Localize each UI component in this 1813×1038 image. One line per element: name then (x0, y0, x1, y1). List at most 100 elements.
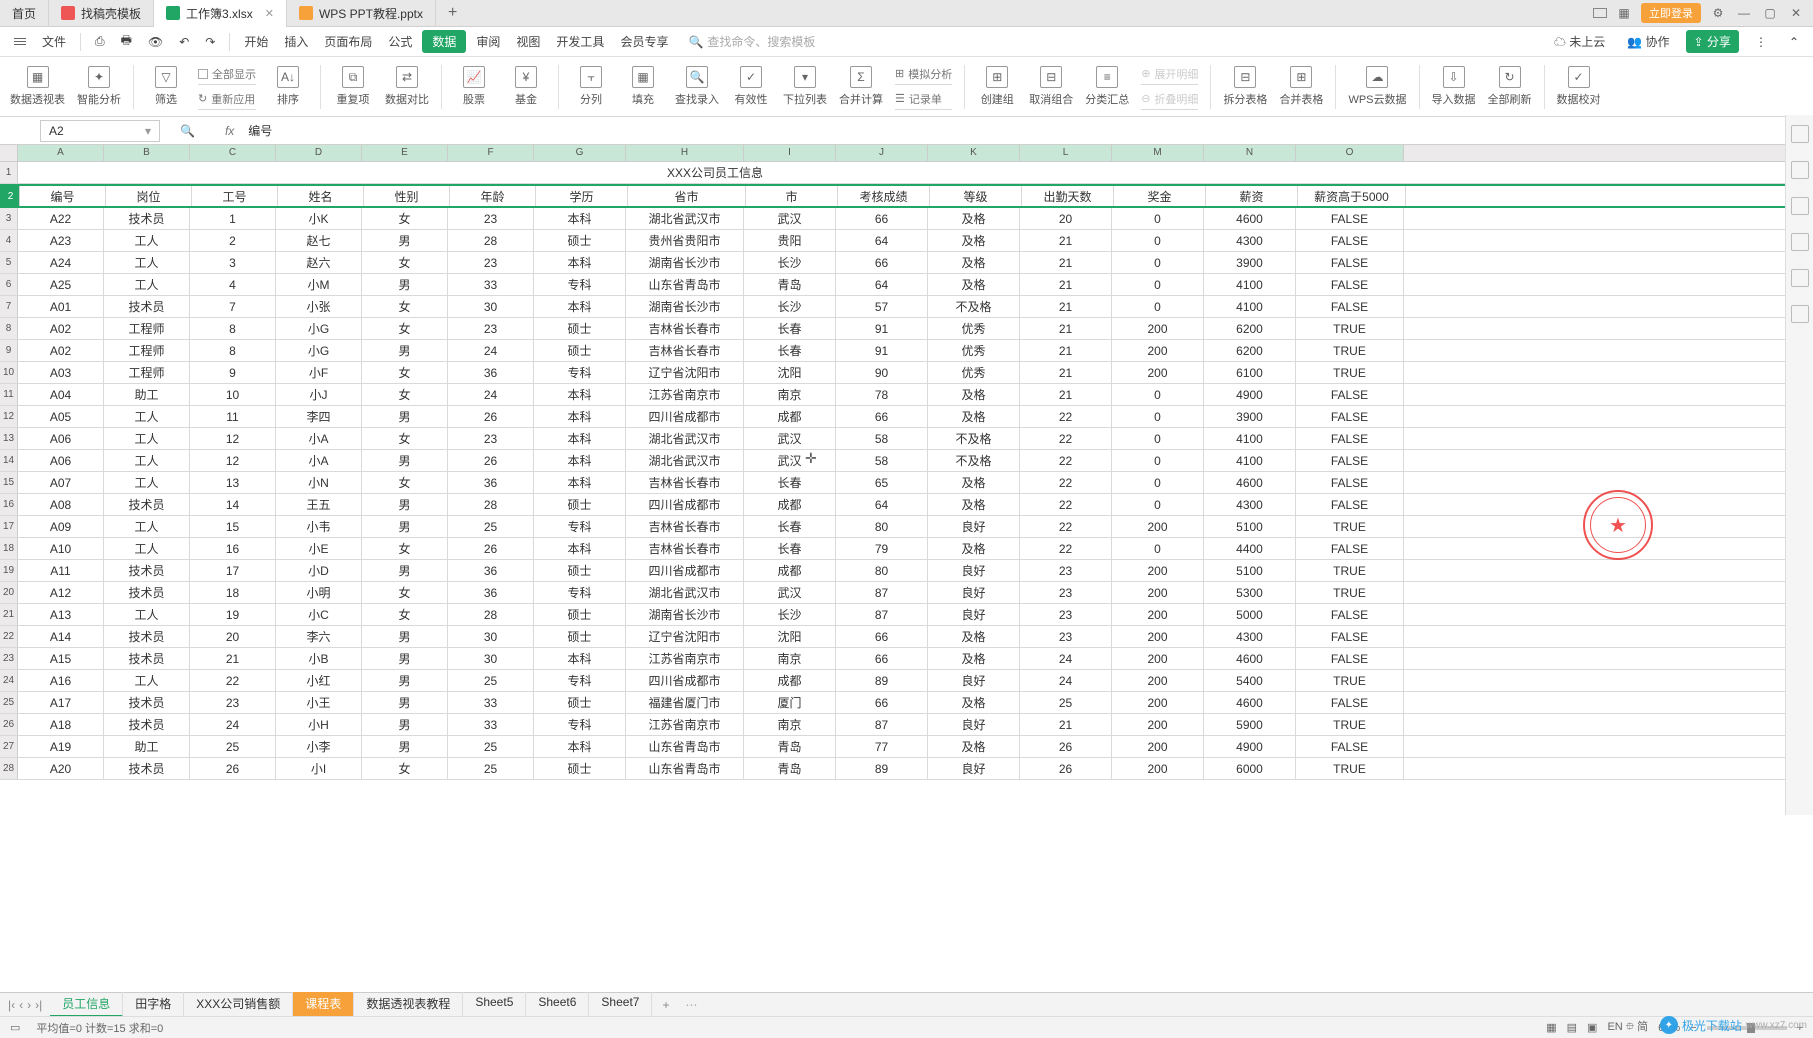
cell[interactable]: 江苏省南京市 (626, 648, 744, 669)
cell[interactable]: FALSE (1296, 274, 1404, 295)
cell[interactable]: FALSE (1296, 230, 1404, 251)
cell[interactable]: 工人 (104, 450, 190, 471)
whatif[interactable]: ⊞ 模拟分析 (895, 63, 952, 85)
cell[interactable]: 15 (190, 516, 276, 537)
column-header-cell[interactable]: 性别 (364, 186, 450, 206)
cell[interactable]: 良好 (928, 516, 1020, 537)
cell[interactable]: 4600 (1204, 692, 1296, 713)
cell[interactable]: 本科 (534, 648, 626, 669)
cell[interactable]: 小明 (276, 582, 362, 603)
cell[interactable]: 22 (1020, 494, 1112, 515)
cell[interactable]: 66 (836, 252, 928, 273)
cell[interactable]: 20 (1020, 208, 1112, 229)
row-header[interactable]: 19 (0, 560, 18, 581)
row-header[interactable]: 5 (0, 252, 18, 273)
cell[interactable]: 硕士 (534, 340, 626, 361)
cell[interactable]: 6200 (1204, 340, 1296, 361)
column-header-cell[interactable]: 薪资高于5000 (1298, 186, 1406, 206)
cell[interactable]: 200 (1112, 714, 1204, 735)
cell[interactable]: 4300 (1204, 494, 1296, 515)
cell[interactable]: 6100 (1204, 362, 1296, 383)
cell[interactable]: 10 (190, 384, 276, 405)
cell[interactable]: 江苏省南京市 (626, 384, 744, 405)
cell[interactable]: 女 (362, 318, 448, 339)
cell[interactable]: 良好 (928, 714, 1020, 735)
cell[interactable]: 吉林省长春市 (626, 318, 744, 339)
cell[interactable]: 4900 (1204, 384, 1296, 405)
ribbon-fill[interactable]: ▦填充 (623, 66, 663, 107)
cell[interactable]: 工人 (104, 516, 190, 537)
cell[interactable]: 200 (1112, 318, 1204, 339)
tab-template[interactable]: 找稿壳模板 (49, 0, 154, 27)
cell[interactable]: 0 (1112, 538, 1204, 559)
cell[interactable]: 吉林省长春市 (626, 516, 744, 537)
cell[interactable]: 南京 (744, 648, 836, 669)
cell[interactable]: 男 (362, 560, 448, 581)
cell[interactable]: 男 (362, 626, 448, 647)
name-box[interactable]: A2▾ (40, 120, 160, 142)
cell[interactable]: 长春 (744, 538, 836, 559)
cell[interactable]: 小D (276, 560, 362, 581)
cell[interactable]: 武汉 (744, 450, 836, 471)
tab-home[interactable]: 首页 (0, 0, 49, 27)
cell[interactable]: 22 (1020, 538, 1112, 559)
cell[interactable]: 5100 (1204, 560, 1296, 581)
menu-member[interactable]: 会员专享 (614, 29, 674, 54)
cell[interactable]: 23 (448, 252, 534, 273)
login-button[interactable]: 立即登录 (1641, 3, 1701, 23)
cell[interactable]: 25 (448, 670, 534, 691)
cell[interactable]: 23 (448, 208, 534, 229)
cell[interactable]: 及格 (928, 736, 1020, 757)
cell[interactable]: 助工 (104, 736, 190, 757)
cell[interactable]: 87 (836, 604, 928, 625)
cell[interactable]: 小红 (276, 670, 362, 691)
cell[interactable]: TRUE (1296, 560, 1404, 581)
cell[interactable]: 22 (1020, 406, 1112, 427)
col-header[interactable]: K (928, 145, 1020, 161)
ribbon-cloud[interactable]: ☁WPS云数据 (1348, 66, 1406, 107)
cell[interactable]: TRUE (1296, 758, 1404, 779)
cell[interactable]: 21 (1020, 252, 1112, 273)
add-sheet-icon[interactable]: + (652, 998, 679, 1012)
zoom-out-icon[interactable]: − (1690, 1022, 1696, 1034)
cell[interactable]: 四川省成都市 (626, 560, 744, 581)
cell[interactable]: 成都 (744, 670, 836, 691)
col-header[interactable]: G (534, 145, 626, 161)
row-header[interactable]: 8 (0, 318, 18, 339)
ribbon-compare[interactable]: ⇄数据对比 (385, 66, 429, 107)
cell[interactable]: 小张 (276, 296, 362, 317)
reapply[interactable]: ↻ 重新应用 (198, 88, 256, 110)
cell[interactable]: 良好 (928, 582, 1020, 603)
cell[interactable]: 小A (276, 450, 362, 471)
ribbon-refresh[interactable]: ↻全部刷新 (1488, 66, 1532, 107)
cell[interactable]: 24 (1020, 648, 1112, 669)
col-header[interactable]: M (1112, 145, 1204, 161)
cell[interactable]: 21 (1020, 318, 1112, 339)
col-header[interactable]: N (1204, 145, 1296, 161)
close-window-icon[interactable]: ✕ (1787, 4, 1805, 22)
cell[interactable]: 成都 (744, 560, 836, 581)
cell[interactable]: 男 (362, 736, 448, 757)
cell[interactable]: 87 (836, 582, 928, 603)
cell[interactable]: 小I (276, 758, 362, 779)
cell[interactable]: A25 (18, 274, 104, 295)
column-header-cell[interactable]: 出勤天数 (1022, 186, 1114, 206)
cell[interactable]: 女 (362, 208, 448, 229)
cell[interactable]: 工人 (104, 274, 190, 295)
cell[interactable]: A19 (18, 736, 104, 757)
cell[interactable]: 4600 (1204, 208, 1296, 229)
panel-cursor-icon[interactable] (1791, 161, 1809, 179)
cell[interactable]: 小H (276, 714, 362, 735)
cell[interactable]: 吉林省长春市 (626, 340, 744, 361)
row-header[interactable]: 12 (0, 406, 18, 427)
cell[interactable]: 男 (362, 648, 448, 669)
cell[interactable]: 工程师 (104, 340, 190, 361)
col-header[interactable]: O (1296, 145, 1404, 161)
row-header[interactable]: 11 (0, 384, 18, 405)
col-header[interactable]: H (626, 145, 744, 161)
cell[interactable]: 0 (1112, 494, 1204, 515)
column-header-cell[interactable]: 等级 (930, 186, 1022, 206)
panel-chart-icon[interactable] (1791, 233, 1809, 251)
cell[interactable]: 优秀 (928, 318, 1020, 339)
cell[interactable]: 武汉 (744, 582, 836, 603)
